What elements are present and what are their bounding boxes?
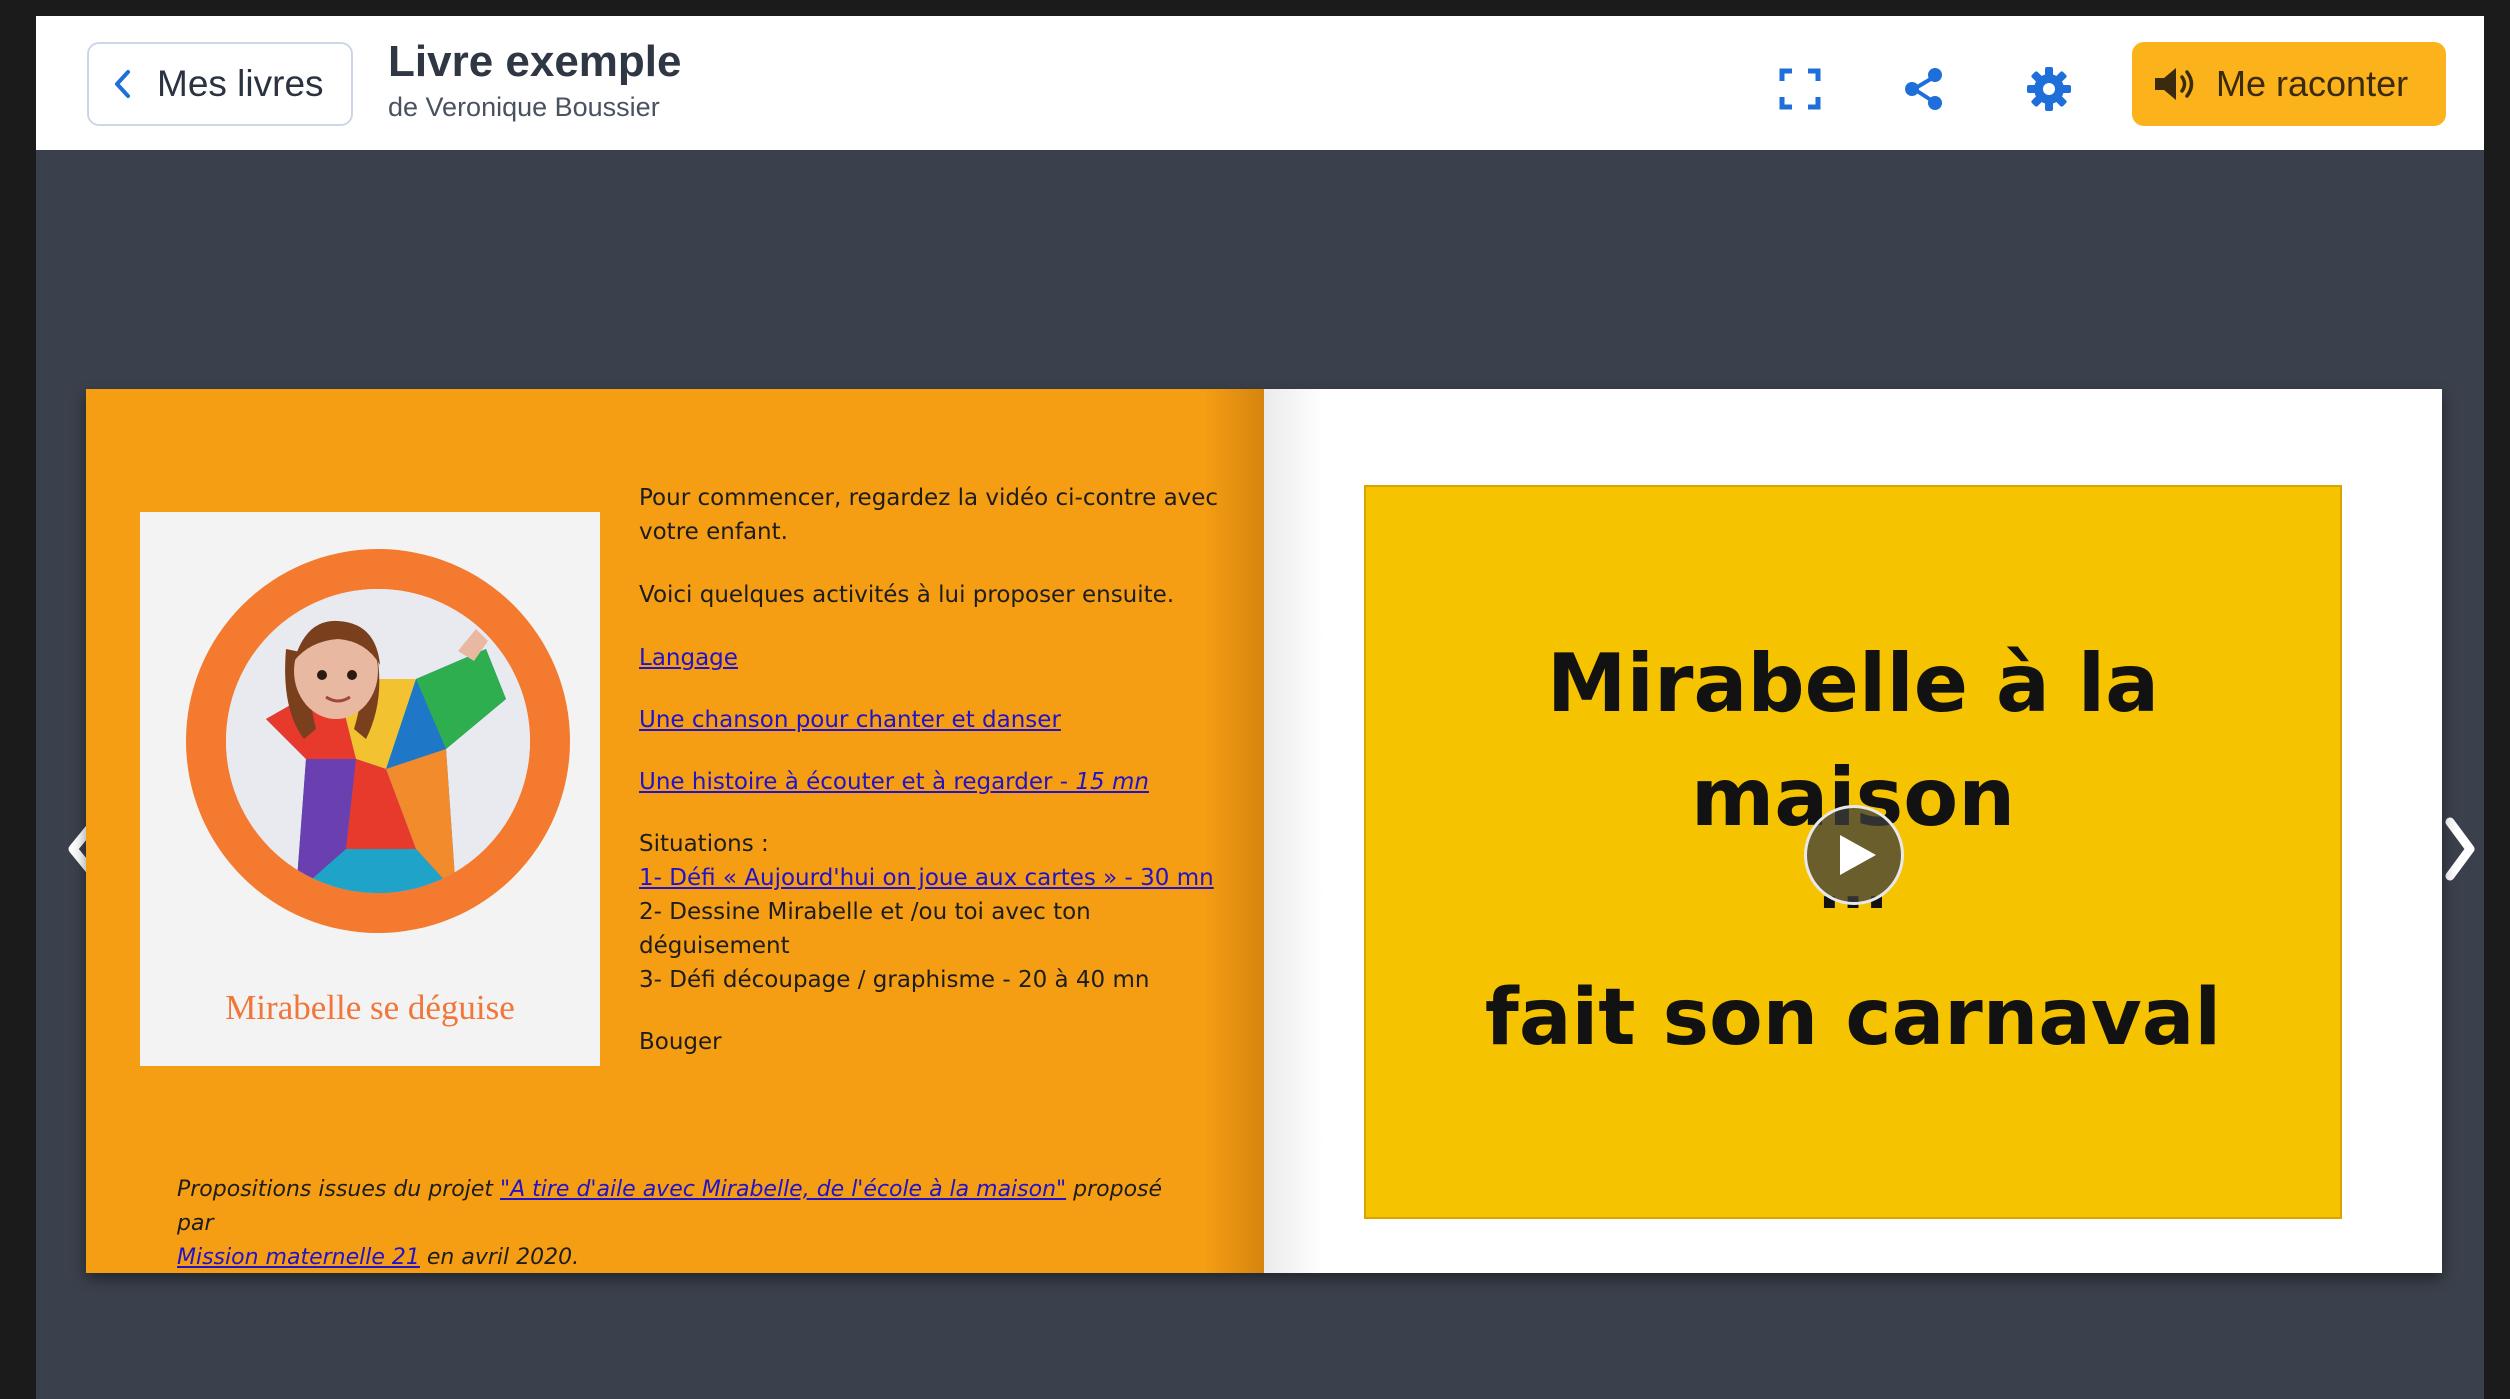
left-page: Mirabelle se déguise Pour commencer, reg… [86, 389, 1264, 1273]
settings-button[interactable] [2019, 59, 2079, 119]
harlequin-doll-image [226, 589, 530, 893]
play-button[interactable] [1804, 805, 1904, 905]
situation-1-link[interactable]: 1- Défi « Aujourd'hui on joue aux cartes… [639, 865, 1214, 891]
share-button[interactable] [1894, 59, 1954, 119]
mission-maternelle-link[interactable]: Mission maternelle 21 [177, 1245, 420, 1270]
book-author: de Veronique Boussier [388, 91, 660, 122]
story-link-label: Une histoire à écouter et à regarder - [639, 769, 1076, 795]
video-player[interactable]: Mirabelle à la maison ... fait son carna… [1364, 485, 2342, 1219]
back-button-label: Mes livres [157, 63, 324, 104]
song-link[interactable]: Une chanson pour chanter et danser [639, 707, 1061, 733]
cover-ring [186, 549, 570, 933]
video-title-line-1: Mirabelle à la [1546, 637, 2160, 730]
next-page-button[interactable] [2440, 809, 2480, 889]
footer-prefix: Propositions issues du projet [177, 1177, 500, 1202]
situation-2-text: 2- Dessine Mirabelle et /ou toi avec ton… [639, 899, 1091, 959]
fullscreen-icon [1779, 68, 1821, 110]
character-illustration [226, 589, 530, 893]
share-icon [1905, 68, 1942, 110]
back-to-my-books-button[interactable]: Mes livres [87, 42, 353, 126]
narrate-button-label: Me raconter [2216, 63, 2409, 104]
top-bar: Mes livres Livre exemple de Veronique Bo… [36, 16, 2484, 150]
book-title-block: Livre exemple de Veronique Boussier [388, 36, 682, 123]
open-book: Mirabelle se déguise Pour commencer, reg… [86, 389, 2442, 1273]
cover-title: Mirabelle se déguise [225, 988, 515, 1027]
app-frame: Mes livres Livre exemple de Veronique Bo… [36, 16, 2484, 1399]
intro-text: Pour commencer, regardez la vidéo ci-con… [639, 485, 1219, 545]
bouger-text: Bouger [639, 1029, 722, 1055]
story-link[interactable]: Une histoire à écouter et à regarder - 1… [639, 769, 1149, 795]
play-icon [1840, 835, 1876, 875]
langage-link[interactable]: Langage [639, 645, 738, 671]
right-page: Mirabelle à la maison ... fait son carna… [1264, 389, 2442, 1273]
chevron-left-icon [115, 70, 130, 98]
situations-label: Situations : [639, 831, 769, 857]
cover-thumbnail[interactable]: Mirabelle se déguise [140, 512, 600, 1066]
activities-intro-text: Voici quelques activités à lui proposer … [639, 582, 1175, 608]
activities-text: Pour commencer, regardez la vidéo ci-con… [639, 481, 1239, 1059]
settings-icon [2027, 67, 2071, 111]
video-title-line-4: fait son carnaval [1484, 973, 2222, 1063]
chevron-right-icon [2445, 817, 2475, 881]
footer-note: Propositions issues du projet "A tire d'… [177, 1173, 1177, 1273]
footer-suffix: en avril 2020. [419, 1245, 580, 1270]
speaker-icon [2155, 68, 2194, 100]
book-title: Livre exemple [388, 37, 682, 86]
story-link-duration: 15 mn [1075, 769, 1149, 795]
narrate-button[interactable]: Me raconter [2132, 42, 2446, 126]
situation-3-text: 3- Défi découpage / graphisme - 20 à 40 … [639, 967, 1150, 993]
fullscreen-button[interactable] [1770, 59, 1830, 119]
project-link[interactable]: "A tire d'aile avec Mirabelle, de l'écol… [500, 1177, 1066, 1202]
